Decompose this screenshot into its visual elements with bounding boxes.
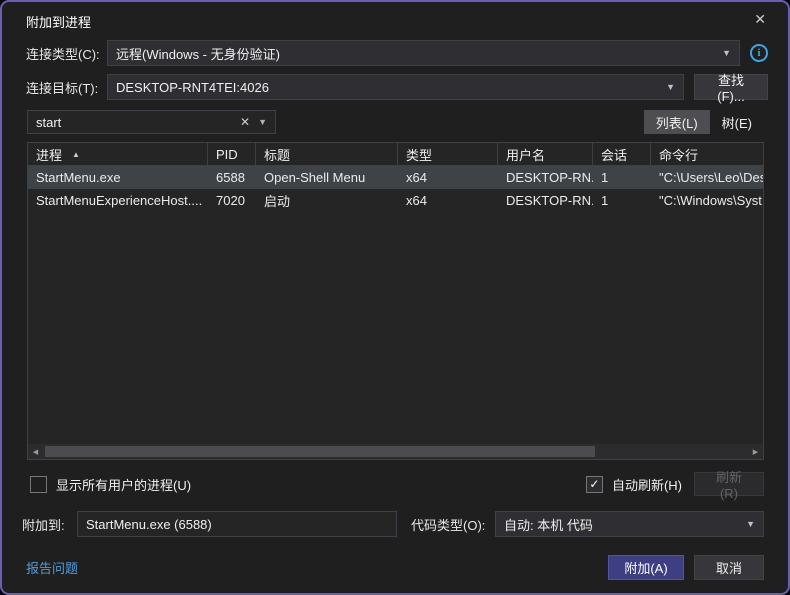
connection-type-row: 连接类型(C): 远程(Windows - 无身份验证) ▼ i	[26, 40, 768, 66]
cancel-button[interactable]: 取消	[694, 555, 764, 580]
auto-refresh-checkbox[interactable]: ✓	[586, 476, 603, 493]
options-row: 显示所有用户的进程(U) ✓ 自动刷新(H) 刷新(R)	[30, 472, 764, 496]
show-all-users-checkbox[interactable]	[30, 476, 47, 493]
cell-type: x64	[398, 189, 498, 212]
cell-cmdline: "C:\Users\Leo\Des	[651, 166, 763, 189]
cell-session: 1	[593, 166, 651, 189]
cell-session: 1	[593, 189, 651, 212]
connection-type-label: 连接类型(C):	[26, 44, 107, 63]
code-type-select[interactable]: 自动: 本机 代码 ▼	[495, 511, 764, 537]
chevron-down-icon: ▼	[666, 82, 675, 92]
scroll-right-icon[interactable]: ▶	[748, 444, 763, 459]
process-search-input[interactable]: start ✕ ▼	[27, 110, 276, 134]
info-icon[interactable]: i	[750, 44, 768, 62]
cell-title: Open-Shell Menu	[256, 166, 398, 189]
table-empty-area	[28, 212, 763, 444]
report-problem-link[interactable]: 报告问题	[26, 558, 78, 577]
column-header-process[interactable]: 进程 ▲	[28, 143, 208, 165]
clear-search-icon[interactable]: ✕	[234, 115, 256, 129]
sort-asc-icon: ▲	[72, 150, 80, 159]
column-header-session[interactable]: 会话	[593, 143, 651, 165]
cell-pid: 7020	[208, 189, 256, 212]
search-value: start	[36, 115, 234, 130]
chevron-down-icon: ▼	[746, 519, 755, 529]
scrollbar-thumb[interactable]	[45, 446, 595, 457]
titlebar[interactable]: 附加到进程 ✕	[2, 2, 788, 36]
process-table: 进程 ▲ PID 标题 类型 用户名 会话 命令行 StartMenu.exe …	[27, 142, 764, 460]
cell-user: DESKTOP-RN...	[498, 189, 593, 212]
table-row[interactable]: StartMenuExperienceHost.... 7020 启动 x64 …	[28, 189, 763, 212]
footer: 报告问题 附加(A) 取消	[26, 555, 764, 580]
attach-to-label: 附加到:	[22, 515, 77, 534]
find-button[interactable]: 查找(F)...	[694, 74, 768, 100]
horizontal-scrollbar[interactable]: ◀ ▶	[28, 444, 763, 459]
connection-target-select[interactable]: DESKTOP-RNT4TEI:4026 ▼	[107, 74, 684, 100]
cell-type: x64	[398, 166, 498, 189]
cell-process: StartMenuExperienceHost....	[28, 189, 208, 212]
list-view-button[interactable]: 列表(L)	[644, 110, 710, 134]
attach-button[interactable]: 附加(A)	[608, 555, 684, 580]
scroll-left-icon[interactable]: ◀	[28, 444, 43, 459]
chevron-down-icon: ▼	[722, 48, 731, 58]
cell-process: StartMenu.exe	[28, 166, 208, 189]
column-header-title[interactable]: 标题	[256, 143, 398, 165]
chevron-down-icon[interactable]: ▼	[256, 117, 269, 127]
dialog-title: 附加到进程	[26, 15, 91, 30]
filter-toolbar: start ✕ ▼ 列表(L) 树(E)	[27, 110, 764, 134]
cell-title: 启动	[256, 189, 398, 212]
tree-view-button[interactable]: 树(E)	[710, 110, 764, 134]
close-icon[interactable]: ✕	[748, 9, 772, 30]
connection-type-value: 远程(Windows - 无身份验证)	[116, 44, 280, 63]
column-header-cmdline[interactable]: 命令行	[651, 143, 763, 165]
attach-to-row: 附加到: StartMenu.exe (6588) 代码类型(O): 自动: 本…	[22, 511, 764, 537]
attach-to-field[interactable]: StartMenu.exe (6588)	[77, 511, 397, 537]
cell-pid: 6588	[208, 166, 256, 189]
connection-target-row: 连接目标(T): DESKTOP-RNT4TEI:4026 ▼ 查找(F)...	[26, 74, 768, 100]
connection-type-select[interactable]: 远程(Windows - 无身份验证) ▼	[107, 40, 740, 66]
cell-cmdline: "C:\Windows\Syst	[651, 189, 763, 212]
column-header-user[interactable]: 用户名	[498, 143, 593, 165]
auto-refresh-label: 自动刷新(H)	[612, 475, 682, 494]
column-header-pid[interactable]: PID	[208, 143, 256, 165]
show-all-users-label: 显示所有用户的进程(U)	[56, 475, 191, 494]
table-header: 进程 ▲ PID 标题 类型 用户名 会话 命令行	[28, 143, 763, 166]
connection-target-label: 连接目标(T):	[26, 78, 107, 97]
code-type-label: 代码类型(O):	[411, 515, 495, 534]
table-row[interactable]: StartMenu.exe 6588 Open-Shell Menu x64 D…	[28, 166, 763, 189]
code-type-value: 自动: 本机 代码	[504, 515, 593, 534]
scrollbar-track[interactable]	[43, 444, 748, 459]
refresh-button: 刷新(R)	[694, 472, 764, 496]
connection-target-value: DESKTOP-RNT4TEI:4026	[116, 80, 269, 95]
column-header-type[interactable]: 类型	[398, 143, 498, 165]
cell-user: DESKTOP-RN...	[498, 166, 593, 189]
attach-to-process-dialog: 附加到进程 ✕ 连接类型(C): 远程(Windows - 无身份验证) ▼ i…	[0, 0, 790, 595]
